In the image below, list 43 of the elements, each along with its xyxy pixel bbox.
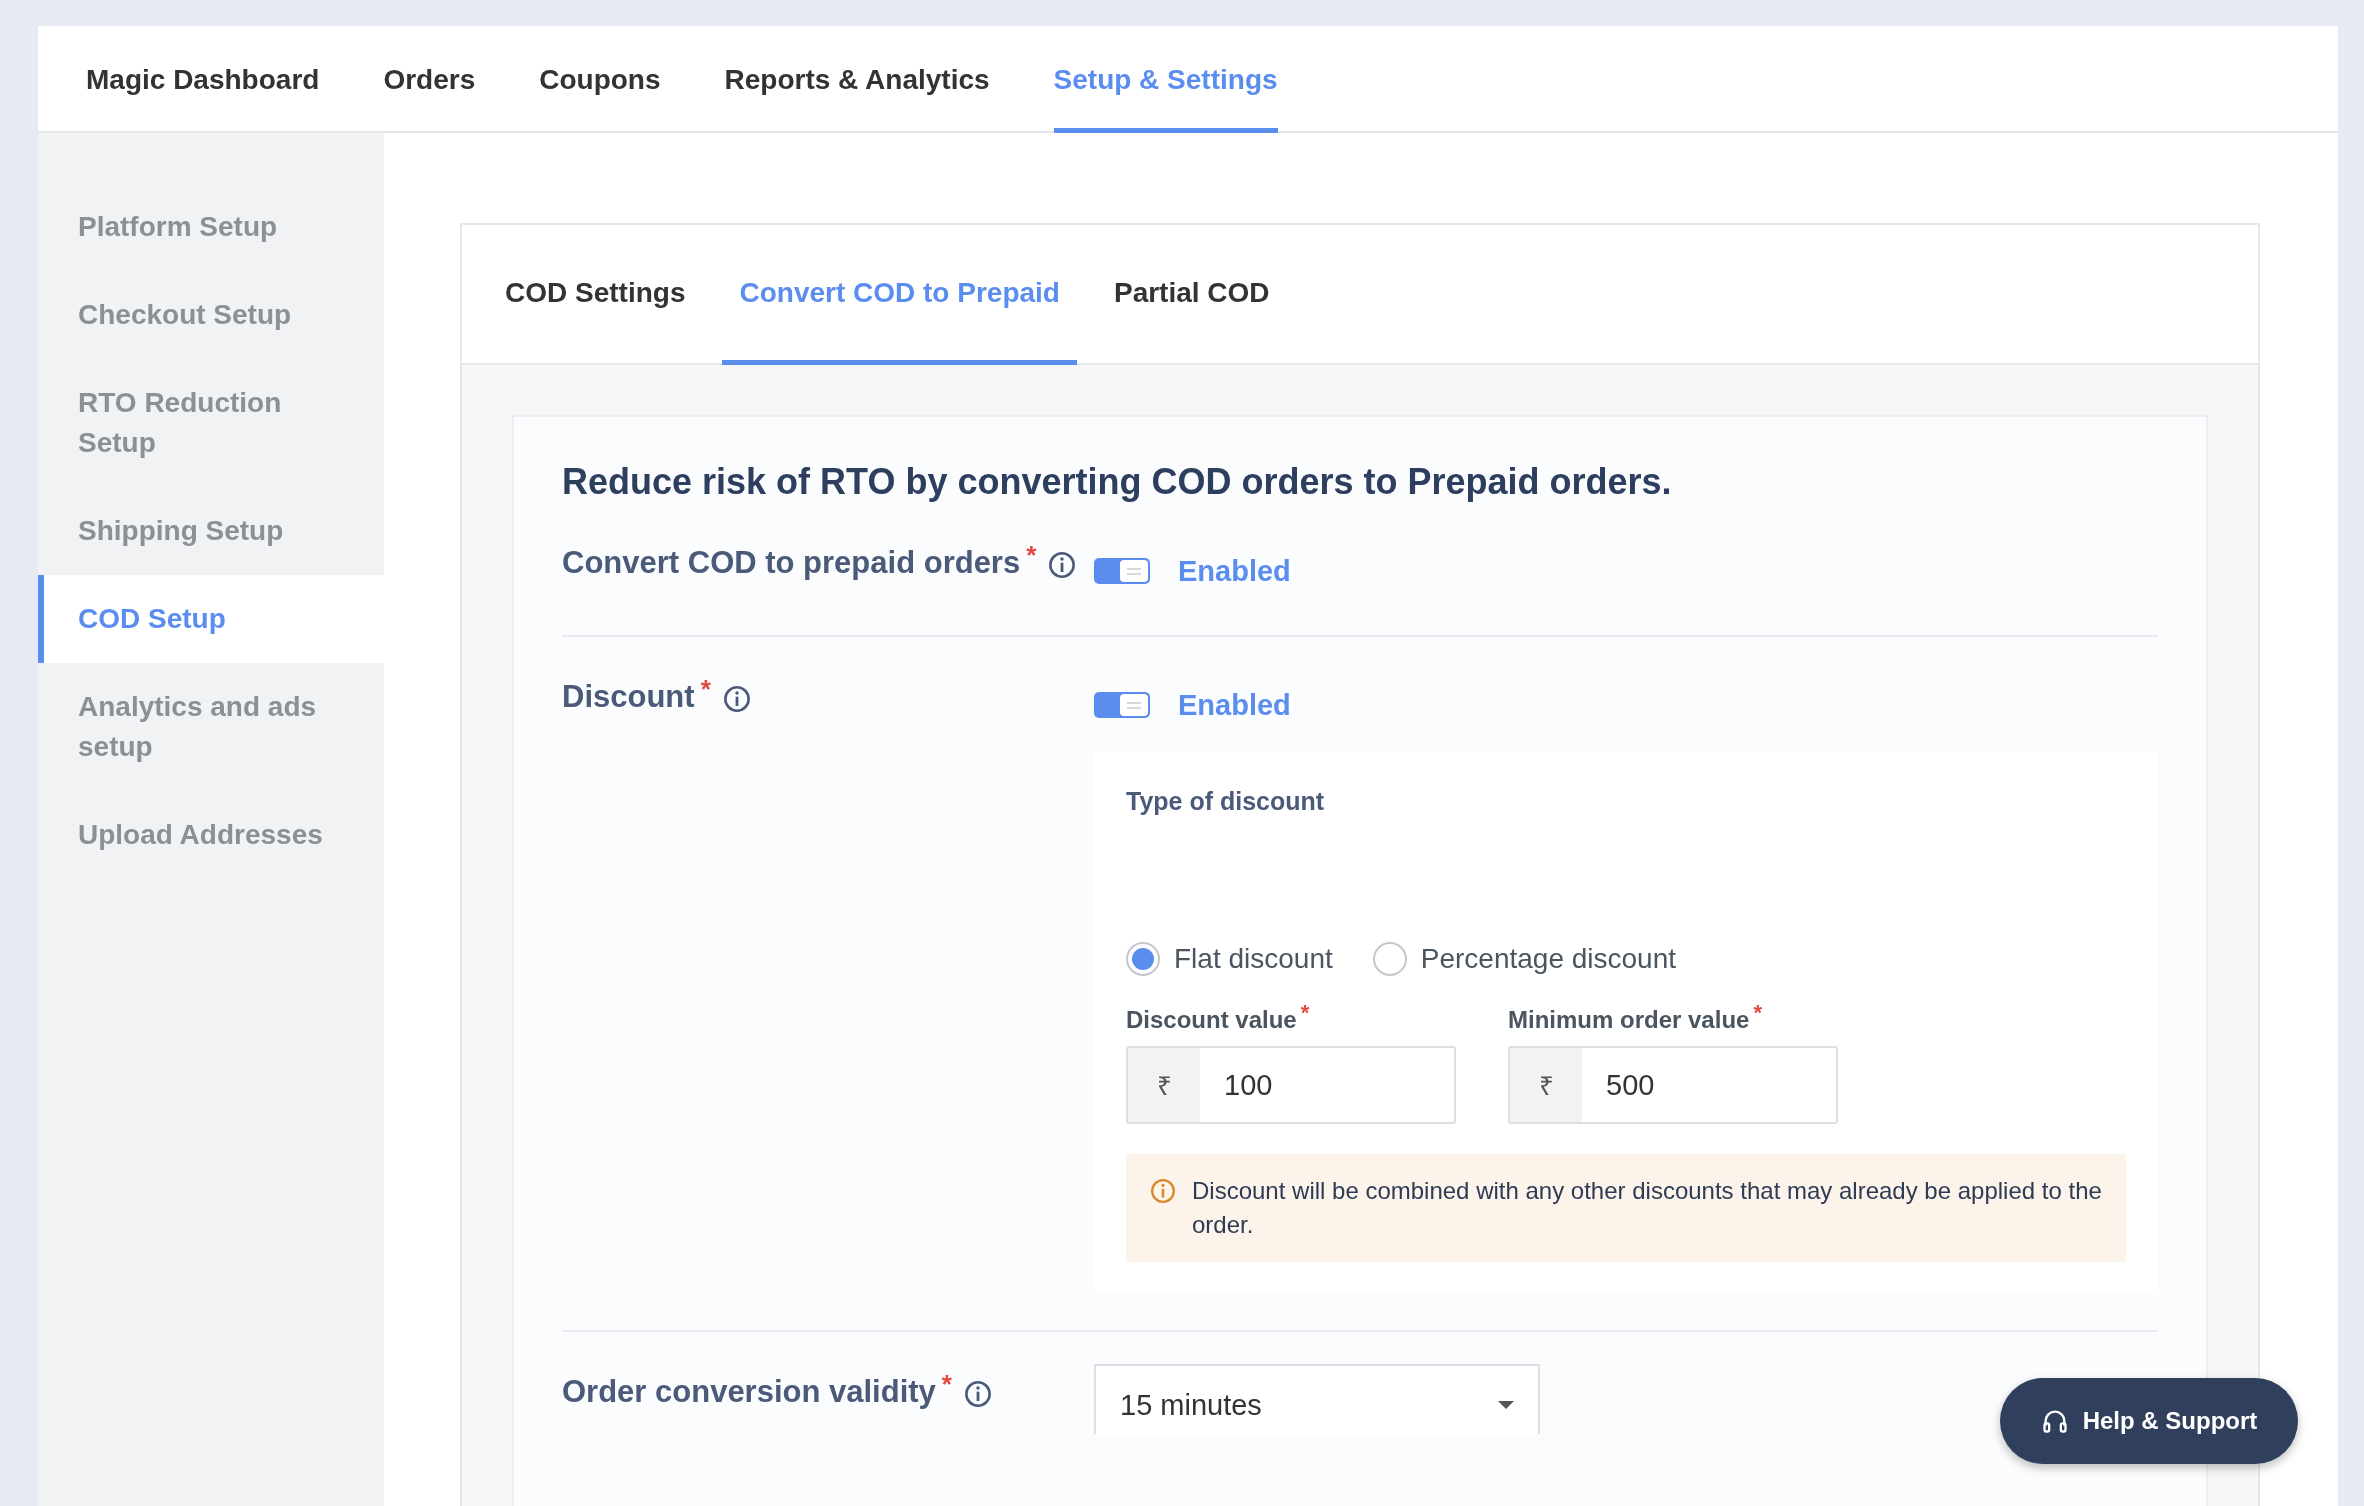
setting-label: Order conversion validity [562,1374,936,1409]
toggle-label: Enabled [1178,554,1291,588]
setting-label: Discount [562,679,695,714]
info-icon [1150,1178,1176,1204]
input-field[interactable]: ₹ 100 [1126,1046,1456,1124]
tab[interactable]: COD Settings [488,225,703,365]
input-field[interactable]: ₹ 500 [1508,1046,1838,1124]
required-mark: * [1026,540,1037,570]
dropdown[interactable]: 15 minutes [1094,1364,1540,1434]
caret-icon [1498,1401,1514,1409]
field-label: Minimum order value [1508,1006,1750,1033]
info-icon [722,684,751,713]
tab[interactable]: Partial COD [1096,225,1287,365]
notice-text: Discount will be combined with any other discounts that may already be applied to the order. [1192,1176,2102,1240]
currency-prefix: ₹ [1128,1048,1200,1122]
radio-button[interactable] [1372,942,1407,976]
input-value: 100 [1223,1067,1273,1103]
radio-label: Flat discount [1174,943,1333,975]
currency-prefix: ₹ [1510,1048,1582,1122]
radio-option[interactable]: Flat discount [1126,942,1333,976]
radio-label: Percentage discount [1420,943,1677,975]
nav-tab[interactable]: Coupons [539,26,661,133]
required-mark: * [700,674,711,704]
field-label: Type of discount [1126,787,1326,816]
toggle-label: Enabled [1178,688,1291,722]
required-mark: * [941,1369,952,1399]
help-support-button[interactable]: Help & Support [2000,1378,2298,1464]
required-mark: * [1300,1000,1310,1025]
info-icon [1048,550,1077,579]
nav-tab[interactable]: Orders [383,26,476,133]
nav-tab[interactable]: Reports & Analytics [724,26,990,133]
nav-tab[interactable]: Magic Dashboard [86,26,320,133]
panel-heading: Reduce risk of RTO by converting COD orders to Prepaid orders. [562,461,1673,503]
input-value: 500 [1605,1067,1655,1103]
info-icon [964,1379,992,1408]
radio-button[interactable] [1126,942,1160,976]
field-label: Discount value [1126,1006,1297,1033]
dropdown-value: 15 minutes [1120,1388,1262,1422]
toggle-switch[interactable] [1094,692,1150,718]
toggle-switch[interactable] [1094,558,1150,584]
radio-option[interactable]: Percentage discount [1372,942,1677,976]
required-mark: * [1753,1000,1762,1025]
setting-label: Convert COD to prepaid orders [562,545,1021,580]
